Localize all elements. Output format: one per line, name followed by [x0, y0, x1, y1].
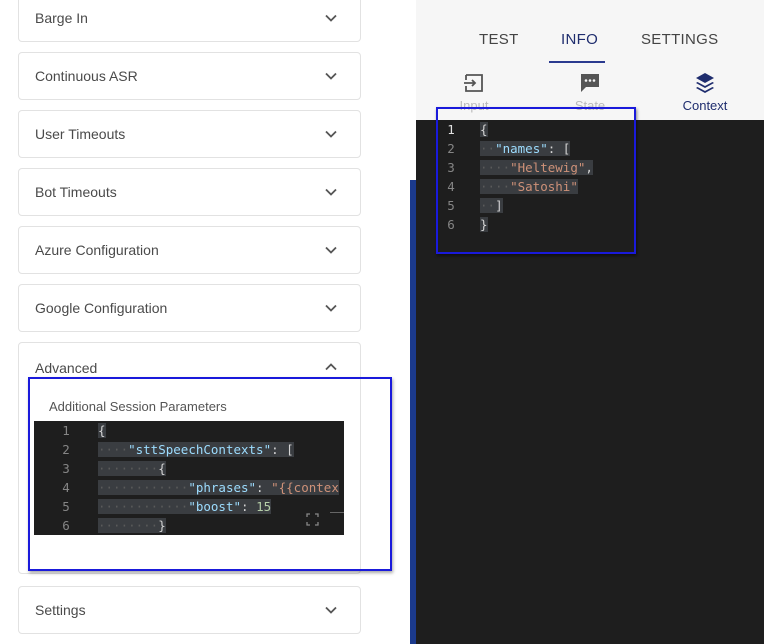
line-number: 2 [447, 141, 455, 156]
subtab-input[interactable]: Input [429, 72, 519, 113]
line-number: 5 [62, 499, 70, 514]
accordion-label[interactable]: Advanced [35, 360, 97, 376]
expand-icon[interactable] [306, 513, 319, 529]
accordion-label: Azure Configuration [35, 242, 159, 258]
code-line: } [480, 217, 488, 232]
accordion-azure-configuration[interactable]: Azure Configuration [18, 226, 361, 274]
accordion-label: Barge In [35, 10, 88, 26]
scrollbar[interactable] [330, 512, 344, 513]
accordion-label: User Timeouts [35, 126, 126, 142]
session-parameters-editor[interactable]: 1 2 3 4 5 6 { ····"sttSpeechContexts": [… [34, 421, 344, 535]
context-editor[interactable]: 1 2 3 4 5 6 { ··"names": [ ····"Heltewig… [436, 120, 764, 250]
subtab-label: State [574, 98, 606, 113]
accordion-label: Settings [35, 602, 86, 618]
input-icon [462, 72, 486, 94]
code-line: ··] [480, 198, 503, 213]
code-line: { [480, 122, 488, 137]
accordion-label: Bot Timeouts [35, 184, 117, 200]
tab-test[interactable]: TEST [479, 31, 519, 48]
tab-info[interactable]: INFO [561, 31, 598, 48]
line-number: 3 [62, 461, 70, 476]
chevron-down-icon [324, 69, 338, 83]
layers-icon [693, 72, 717, 94]
line-number: 4 [447, 179, 455, 194]
chat-icon [578, 72, 602, 94]
chevron-down-icon [324, 11, 338, 25]
subtab-context[interactable]: Context [660, 72, 750, 113]
code-line: ····"Heltewig", [480, 160, 593, 175]
code-line: ····"Satoshi" [480, 179, 578, 194]
chevron-down-icon [324, 301, 338, 315]
active-tab-indicator [549, 61, 605, 63]
accordion-google-configuration[interactable]: Google Configuration [18, 284, 361, 332]
code-line: ············"phrases": "{{contex [98, 480, 339, 495]
line-number: 3 [447, 160, 455, 175]
subtab-state[interactable]: State [545, 72, 635, 113]
accordion-label: Continuous ASR [35, 68, 138, 84]
line-number: 5 [447, 198, 455, 213]
code-line: ········} [98, 518, 166, 533]
code-line: ····"sttSpeechContexts": [ [98, 442, 294, 457]
chevron-up-icon[interactable] [324, 360, 338, 374]
line-number: 6 [447, 217, 455, 232]
accordion-user-timeouts[interactable]: User Timeouts [18, 110, 361, 158]
tab-settings[interactable]: SETTINGS [641, 31, 718, 48]
subtab-label: Input [459, 98, 489, 113]
line-number: 2 [62, 442, 70, 457]
code-line: ············"boost": 15 [98, 499, 272, 514]
accordion-label: Google Configuration [35, 300, 168, 316]
interaction-panel-header: TEST INFO SETTINGS Input State Context [416, 0, 764, 120]
accordion-bot-timeouts[interactable]: Bot Timeouts [18, 168, 361, 216]
chevron-down-icon [324, 243, 338, 257]
chevron-down-icon [324, 185, 338, 199]
field-label: Additional Session Parameters [49, 399, 227, 414]
chevron-down-icon [324, 603, 338, 617]
code-line: ··"names": [ [480, 141, 571, 156]
subtab-label: Context [682, 98, 728, 113]
code-line: ········{ [98, 461, 166, 476]
accordion-continuous-asr[interactable]: Continuous ASR [18, 52, 361, 100]
line-number: 1 [447, 122, 455, 137]
line-number: 1 [62, 423, 70, 438]
line-number: 4 [62, 480, 70, 495]
accordion-settings[interactable]: Settings [18, 586, 361, 634]
node-settings-panel: Barge In Continuous ASR User Timeouts Bo… [0, 0, 410, 644]
accordion-barge-in[interactable]: Barge In [18, 0, 361, 42]
code-line: { [98, 423, 106, 438]
interaction-panel: TEST INFO SETTINGS Input State Context [416, 0, 764, 644]
line-number: 6 [62, 518, 70, 533]
chevron-down-icon [324, 127, 338, 141]
